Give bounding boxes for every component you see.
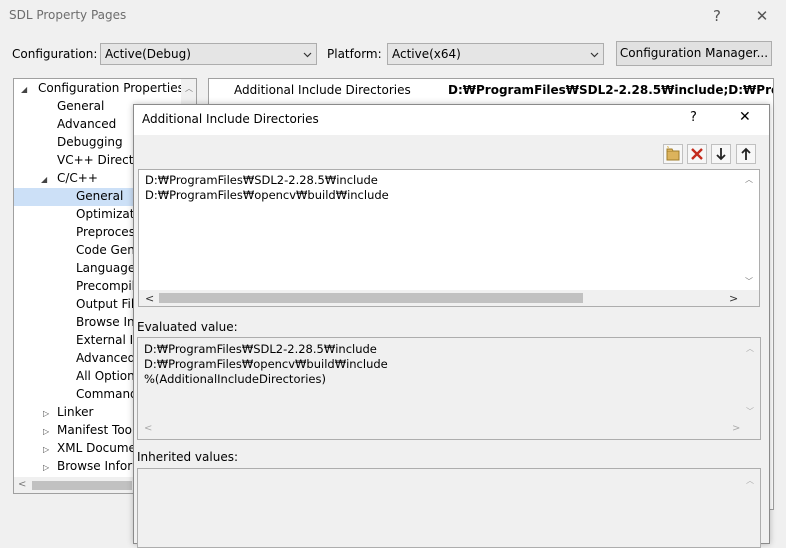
tree-item-optimization[interactable]: Optimizati — [76, 207, 138, 221]
scroll-right-icon[interactable]: > — [729, 292, 738, 305]
scroll-up-icon: ︿ — [746, 344, 754, 353]
tree-item-debugging[interactable]: Debugging — [57, 135, 123, 149]
dialog-close-button[interactable]: ✕ — [739, 109, 751, 125]
tree-item-language[interactable]: Language — [76, 261, 135, 275]
tree-item-manifest-tool[interactable]: Manifest Tool — [57, 423, 135, 437]
move-down-button[interactable] — [711, 144, 731, 164]
expand-icon[interactable]: ▷ — [43, 427, 53, 437]
scroll-left-icon: < — [144, 423, 153, 434]
scroll-left-icon[interactable]: < — [18, 479, 26, 490]
editor-horizontal-scrollbar[interactable]: < > — [139, 290, 759, 306]
inherited-values-box: ︿ — [137, 468, 761, 548]
directory-entry[interactable]: D:₩ProgramFiles₩SDL2-2.28.5₩include — [145, 173, 378, 187]
inherited-values-label: Inherited values: — [137, 450, 238, 464]
delete-button[interactable] — [687, 144, 707, 164]
tree-item-xml-document[interactable]: XML Docume — [57, 441, 136, 455]
platform-dropdown[interactable]: Active(x64) — [387, 43, 604, 65]
tree-item-linker[interactable]: Linker — [57, 405, 93, 419]
include-directories-dialog: Additional Include Directories ? ✕ D:₩Pr… — [133, 104, 770, 548]
tree-item-preprocessor[interactable]: Preprocess — [76, 225, 141, 239]
tree-root[interactable]: Configuration Properties — [38, 81, 184, 95]
collapse-icon[interactable]: ◢ — [41, 175, 51, 185]
expand-icon[interactable]: ▷ — [43, 409, 53, 419]
scroll-down-icon[interactable]: ﹀ — [745, 276, 753, 287]
window-title: SDL Property Pages — [9, 8, 127, 22]
chevron-down-icon — [303, 52, 312, 58]
tree-item-external-includes[interactable]: External In — [76, 333, 141, 347]
folder-icon — [666, 146, 680, 161]
dialog-help-button[interactable]: ? — [690, 110, 697, 125]
delete-x-icon — [691, 148, 703, 160]
scroll-down-icon: ﹀ — [746, 407, 754, 416]
scroll-up-icon[interactable]: ︿ — [185, 83, 193, 94]
tree-item-cpp[interactable]: C/C++ — [57, 171, 98, 185]
collapse-icon[interactable]: ◢ — [21, 85, 31, 95]
expand-icon[interactable]: ▷ — [43, 445, 53, 455]
configuration-dropdown[interactable]: Active(Debug) — [100, 43, 317, 65]
tree-item-vc-directories[interactable]: VC++ Directo — [57, 153, 141, 167]
new-line-button[interactable] — [663, 144, 683, 164]
tree-item-cpp-advanced[interactable]: Advanced — [76, 351, 135, 365]
scroll-thumb[interactable] — [32, 481, 132, 490]
configuration-value: Active(Debug) — [105, 47, 191, 61]
tree-item-advanced[interactable]: Advanced — [57, 117, 116, 131]
scroll-up-icon: ︿ — [746, 476, 754, 485]
evaluated-entry: D:₩ProgramFiles₩opencv₩build₩include — [144, 357, 388, 371]
evaluated-value-label: Evaluated value: — [137, 320, 238, 334]
evaluated-value-box: D:₩ProgramFiles₩SDL2-2.28.5₩include D:₩P… — [137, 337, 761, 440]
evaluated-entry: %(AdditionalIncludeDirectories) — [144, 372, 326, 386]
directory-entry[interactable]: D:₩ProgramFiles₩opencv₩build₩include — [145, 188, 389, 202]
help-button[interactable]: ? — [704, 4, 730, 28]
chevron-down-icon — [590, 52, 599, 58]
expand-icon[interactable]: ▷ — [43, 463, 53, 473]
tree-item-command-line[interactable]: Command — [76, 387, 138, 401]
scroll-left-icon[interactable]: < — [145, 292, 154, 305]
tree-item-output-files[interactable]: Output File — [76, 297, 142, 311]
property-name[interactable]: Additional Include Directories — [234, 83, 411, 97]
dialog-title: Additional Include Directories — [142, 112, 319, 126]
scroll-right-icon: > — [732, 423, 741, 434]
arrow-up-icon — [741, 147, 751, 160]
scroll-thumb[interactable] — [159, 293, 583, 303]
tree-item-all-options[interactable]: All Option — [76, 369, 135, 383]
arrow-down-icon — [716, 148, 726, 161]
scroll-up-icon[interactable]: ︿ — [745, 174, 753, 185]
platform-value: Active(x64) — [392, 47, 461, 61]
tree-item-browse-information[interactable]: Browse Inf — [76, 315, 139, 329]
property-value[interactable]: D:₩ProgramFiles₩SDL2-2.28.5₩include;D:₩P… — [448, 83, 773, 97]
directories-editor[interactable]: D:₩ProgramFiles₩SDL2-2.28.5₩include D:₩P… — [138, 169, 760, 307]
tree-item-general[interactable]: General — [57, 99, 104, 113]
configuration-label: Configuration: — [12, 47, 98, 61]
tree-item-browse-information-root[interactable]: Browse Inform — [57, 459, 144, 473]
close-button[interactable]: ✕ — [749, 4, 775, 28]
evaluated-entry: D:₩ProgramFiles₩SDL2-2.28.5₩include — [144, 342, 377, 356]
tree-item-cpp-general: General — [76, 189, 124, 203]
configuration-manager-button[interactable]: Configuration Manager... — [616, 41, 772, 66]
platform-label: Platform: — [327, 47, 382, 61]
move-up-button[interactable] — [736, 144, 756, 164]
